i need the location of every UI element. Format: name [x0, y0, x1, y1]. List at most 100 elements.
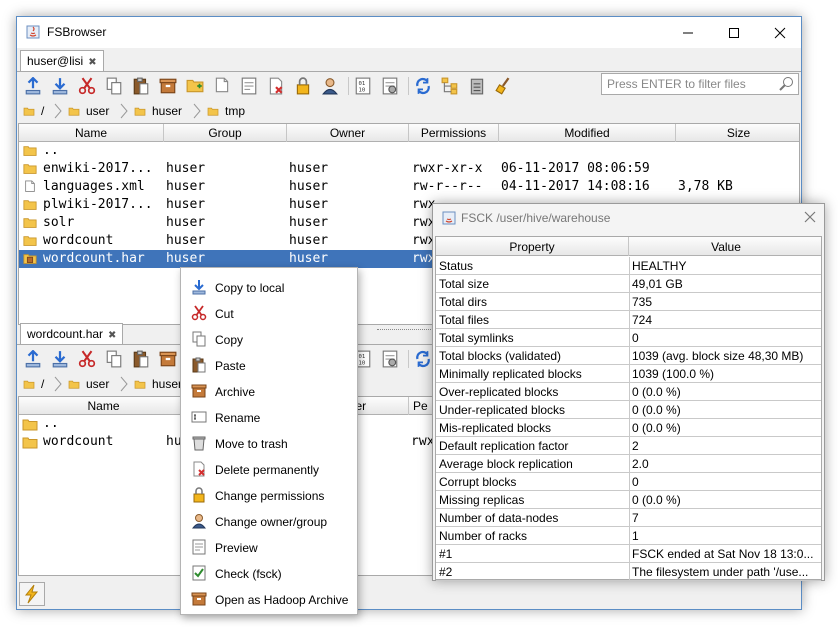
tab-wordcount-har[interactable]: wordcount.har ✖: [20, 323, 124, 345]
owner-button[interactable]: [320, 76, 340, 96]
menu-item-delete-permanently[interactable]: Delete permanently: [181, 456, 357, 482]
table-row[interactable]: enwiki-2017... huser huser rwxr-xr-x 06-…: [19, 160, 799, 178]
properties-button[interactable]: [380, 76, 400, 96]
table-row[interactable]: languages.xml huser huser rw-r--r-- 04-1…: [19, 178, 799, 196]
close-dialog-button[interactable]: [802, 209, 818, 225]
refresh-button[interactable]: [413, 349, 433, 369]
table-row[interactable]: Number of racks 1: [436, 527, 821, 545]
table-row[interactable]: #2 The filesystem under path '/use...: [436, 563, 821, 581]
table-row[interactable]: Total dirs 735: [436, 293, 821, 311]
search-icon[interactable]: [779, 76, 795, 92]
new-folder-button[interactable]: [185, 76, 205, 96]
table-row[interactable]: Minimally replicated blocks 1039 (100.0 …: [436, 365, 821, 383]
table-row[interactable]: Mis-replicated blocks 0 (0.0 %): [436, 419, 821, 437]
folder-icon: [23, 218, 37, 228]
menu-item-archive[interactable]: Archive: [181, 378, 357, 404]
column-name[interactable]: Name: [19, 397, 189, 415]
table-row[interactable]: Corrupt blocks 0: [436, 473, 821, 491]
breadcrumb-item[interactable]: /: [41, 377, 44, 391]
delete-button[interactable]: [266, 76, 286, 96]
breadcrumb-item[interactable]: user: [86, 104, 109, 118]
binary-view-button[interactable]: 01 10: [353, 76, 373, 96]
column-modified[interactable]: Modified: [499, 124, 676, 142]
upload-button[interactable]: [23, 76, 43, 96]
minimize-button[interactable]: [665, 17, 711, 48]
table-row[interactable]: Over-replicated blocks 0 (0.0 %): [436, 383, 821, 401]
cut-button[interactable]: [77, 349, 97, 369]
download-button[interactable]: [50, 349, 70, 369]
cut-button[interactable]: [77, 76, 97, 96]
properties-button[interactable]: [380, 349, 400, 369]
new-file-button[interactable]: [212, 76, 232, 96]
close-window-button[interactable]: [757, 17, 803, 48]
menu-item-change-owner-group[interactable]: Change owner/group: [181, 508, 357, 534]
table-row[interactable]: Total blocks (validated) 1039 (avg. bloc…: [436, 347, 821, 365]
close-tab-icon[interactable]: ✖: [88, 57, 96, 68]
menu-item-copy-to-local[interactable]: Copy to local: [181, 274, 357, 300]
column-permissions[interactable]: Permissions: [409, 124, 499, 142]
table-row[interactable]: ..: [19, 142, 799, 160]
archive-button[interactable]: [158, 76, 178, 96]
paste-button[interactable]: [131, 76, 151, 96]
table-row[interactable]: Under-replicated blocks 0 (0.0 %): [436, 401, 821, 419]
menu-item-preview[interactable]: Preview: [181, 534, 357, 560]
status-button[interactable]: [19, 582, 45, 606]
column-property[interactable]: Property: [436, 237, 629, 256]
file-size: 3,78 KB: [678, 179, 733, 194]
column-owner[interactable]: Owner: [287, 124, 409, 142]
menu-item-move-to-trash[interactable]: Move to trash: [181, 430, 357, 456]
table-row[interactable]: #1 FSCK ended at Sat Nov 18 13:0...: [436, 545, 821, 563]
permissions-button[interactable]: [293, 76, 313, 96]
menu-item-label: Delete permanently: [215, 463, 320, 477]
menu-item-label: Rename: [215, 411, 261, 425]
table-row[interactable]: Total files 724: [436, 311, 821, 329]
menu-item-check-fsck[interactable]: Check (fsck): [181, 560, 357, 586]
property-value: 1039 (100.0 %): [632, 367, 715, 381]
filter-input[interactable]: Press ENTER to filter files: [601, 73, 799, 95]
breadcrumb-item[interactable]: huser: [152, 104, 182, 118]
breadcrumb-item[interactable]: huser: [152, 377, 182, 391]
menu-item-paste[interactable]: Paste: [181, 352, 357, 378]
table-row[interactable]: Status HEALTHY: [436, 257, 821, 275]
file-icon: [215, 77, 229, 93]
property-name: Missing replicas: [439, 493, 525, 507]
property-value: FSCK ended at Sat Nov 18 13:0...: [632, 547, 814, 561]
download-button[interactable]: [50, 76, 70, 96]
menu-item-rename[interactable]: Rename: [181, 404, 357, 430]
lightning-icon: [24, 584, 39, 604]
column-divider: [629, 491, 630, 508]
maximize-button[interactable]: [711, 17, 757, 48]
column-value[interactable]: Value: [629, 237, 823, 256]
table-row[interactable]: Number of data-nodes 7: [436, 509, 821, 527]
upload-button[interactable]: [23, 349, 43, 369]
column-size[interactable]: Size: [676, 124, 799, 142]
clipboard-button[interactable]: [467, 76, 487, 96]
refresh-button[interactable]: [413, 76, 433, 96]
table-row[interactable]: Total size 49,01 GB: [436, 275, 821, 293]
close-tab-icon[interactable]: ✖: [108, 330, 116, 341]
menu-item-open-as-hadoop-archive[interactable]: Open as Hadoop Archive: [181, 586, 357, 612]
column-group[interactable]: Group: [164, 124, 287, 142]
breadcrumb-item[interactable]: /: [41, 104, 44, 118]
table-row[interactable]: Average block replication 2.0: [436, 455, 821, 473]
table-row[interactable]: Total symlinks 0: [436, 329, 821, 347]
archive-button[interactable]: [158, 349, 178, 369]
breadcrumb-item[interactable]: user: [86, 377, 109, 391]
menu-item-cut[interactable]: Cut: [181, 300, 357, 326]
copy-button[interactable]: [104, 76, 124, 96]
tab-huser-lisi[interactable]: huser@lisi ✖: [20, 50, 104, 72]
title-bar[interactable]: FSBrowser: [17, 17, 801, 48]
table-row[interactable]: Missing replicas 0 (0.0 %): [436, 491, 821, 509]
menu-item-copy[interactable]: Copy: [181, 326, 357, 352]
lock-icon: [193, 487, 205, 503]
breadcrumb-item[interactable]: tmp: [225, 104, 245, 118]
paste-button[interactable]: [131, 349, 151, 369]
tree-button[interactable]: [440, 76, 460, 96]
cleanup-button[interactable]: [494, 76, 514, 96]
column-name[interactable]: Name: [19, 124, 164, 142]
menu-item-change-permissions[interactable]: Change permissions: [181, 482, 357, 508]
view-button[interactable]: [239, 76, 259, 96]
download-icon: [192, 280, 206, 295]
table-row[interactable]: Default replication factor 2: [436, 437, 821, 455]
copy-button[interactable]: [104, 349, 124, 369]
